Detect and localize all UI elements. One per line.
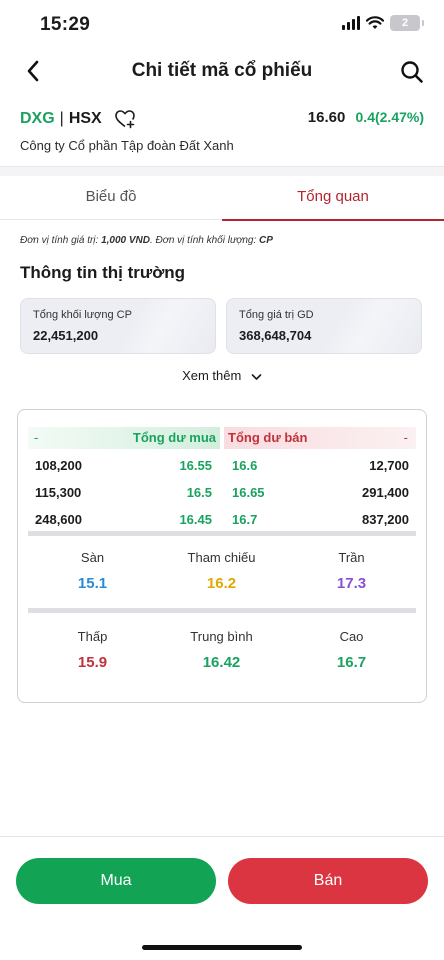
bid-volume: 108,200 bbox=[35, 458, 82, 473]
home-indicator[interactable] bbox=[142, 945, 302, 950]
tab-chart[interactable]: Biểu đồ bbox=[0, 176, 222, 220]
ask-price: 16.65 bbox=[232, 485, 265, 500]
floor-price: Sàn 15.1 bbox=[28, 550, 157, 592]
total-value-value: 368,648,704 bbox=[239, 328, 312, 343]
high-price: Cao 16.7 bbox=[287, 629, 416, 671]
total-bid-label: Tổng dư mua bbox=[132, 430, 216, 445]
reference-price: Tham chiếu 16.2 bbox=[157, 550, 286, 592]
bid-volume: 248,600 bbox=[35, 512, 82, 527]
buy-header: - Tổng dư mua bbox=[28, 427, 220, 449]
nav-bar: Chi tiết mã cổ phiếu bbox=[0, 48, 444, 96]
bid-price: 16.45 bbox=[179, 512, 212, 527]
sell-header: Tổng dư bán - bbox=[224, 427, 416, 449]
ticker-separator: | bbox=[59, 110, 64, 127]
status-bar: 15:29 2 bbox=[0, 0, 444, 48]
ceiling-price-value: 17.3 bbox=[336, 575, 367, 592]
unit-note-text-2: . Đơn vị tính khối lượng: bbox=[150, 235, 260, 246]
sell-button[interactable]: Bán bbox=[228, 858, 428, 904]
favorite-button[interactable] bbox=[114, 108, 136, 130]
reference-price-label: Tham chiếu bbox=[187, 550, 256, 565]
bid-volume: 115,300 bbox=[35, 485, 82, 500]
high-price-label: Cao bbox=[339, 629, 364, 644]
page-title: Chi tiết mã cổ phiếu bbox=[131, 60, 313, 81]
total-value-card: Tổng giá trị GD 368,648,704 bbox=[226, 298, 422, 354]
floor-price-value: 15.1 bbox=[77, 575, 108, 592]
low-price-label: Thấp bbox=[77, 629, 108, 644]
bid-price: 16.55 bbox=[179, 458, 212, 473]
order-book-panel: - Tổng dư mua Tổng dư bán - 108,200 16.5… bbox=[17, 409, 427, 703]
wifi-icon bbox=[366, 16, 384, 29]
cellular-signal-icon bbox=[342, 16, 360, 30]
stock-header: DXG | HSX 16.60 0.4(2.47%) Công ty Cổ ph… bbox=[0, 104, 444, 166]
buy-button[interactable]: Mua bbox=[16, 858, 216, 904]
chevron-down-icon bbox=[251, 373, 262, 380]
exchange-label: HSX bbox=[68, 110, 102, 127]
stock-symbol: DXG bbox=[20, 110, 55, 127]
order-book-row: 108,200 16.55 16.6 12,700 bbox=[35, 458, 409, 478]
reference-divider bbox=[28, 608, 416, 613]
last-price: 16.60 bbox=[307, 109, 346, 126]
tab-overview[interactable]: Tổng quan bbox=[222, 176, 444, 221]
sell-dash: - bbox=[403, 430, 408, 445]
reference-price-value: 16.2 bbox=[206, 575, 237, 592]
ceiling-price: Trần 17.3 bbox=[287, 550, 416, 592]
price-box: 16.60 0.4(2.47%) bbox=[308, 109, 424, 126]
bottom-divider bbox=[0, 836, 444, 837]
price-change: 0.4(2.47%) bbox=[355, 109, 424, 125]
ask-volume: 837,200 bbox=[362, 512, 409, 527]
order-book-divider bbox=[28, 531, 416, 536]
total-ask-label: Tổng dư bán bbox=[228, 430, 308, 445]
total-volume-card: Tổng khối lượng CP 22,451,200 bbox=[20, 298, 216, 354]
see-more-label: Xem thêm bbox=[182, 368, 242, 383]
ask-price: 16.6 bbox=[232, 458, 258, 473]
total-value-label: Tổng giá trị GD bbox=[239, 309, 314, 321]
order-book-row: 248,600 16.45 16.7 837,200 bbox=[35, 512, 409, 532]
total-volume-value: 22,451,200 bbox=[33, 328, 99, 343]
low-price-value: 15.9 bbox=[77, 654, 108, 671]
heart-add-icon bbox=[114, 110, 135, 129]
section-divider bbox=[0, 166, 444, 176]
ask-price: 16.7 bbox=[232, 512, 258, 527]
see-more-button[interactable]: Xem thêm bbox=[0, 368, 444, 383]
unit-note: Đơn vị tính giá trị: 1,000 VND. Đơn vị t… bbox=[20, 235, 273, 246]
market-info-title: Thông tin thị trường bbox=[20, 263, 186, 282]
ceiling-price-label: Trần bbox=[338, 550, 365, 565]
average-price-label: Trung bình bbox=[190, 629, 253, 644]
search-button[interactable] bbox=[398, 58, 426, 86]
volume-unit: CP bbox=[259, 235, 273, 246]
ticker: DXG | HSX bbox=[20, 108, 136, 130]
order-book-header: - Tổng dư mua Tổng dư bán - bbox=[28, 427, 416, 449]
floor-price-label: Sàn bbox=[80, 550, 105, 565]
search-icon bbox=[401, 61, 423, 83]
reference-prices: Sàn 15.1 Tham chiếu 16.2 Trần 17.3 bbox=[28, 550, 416, 600]
unit-note-text-1: Đơn vị tính giá trị: bbox=[20, 235, 102, 246]
daily-prices: Thấp 15.9 Trung bình 16.42 Cao 16.7 bbox=[28, 629, 416, 679]
ask-volume: 12,700 bbox=[369, 458, 409, 473]
ask-volume: 291,400 bbox=[362, 485, 409, 500]
bid-price: 16.5 bbox=[186, 485, 212, 500]
company-name: Công ty Cổ phần Tập đoàn Đất Xanh bbox=[20, 138, 234, 153]
high-price-value: 16.7 bbox=[336, 654, 367, 671]
status-time: 15:29 bbox=[40, 14, 91, 35]
average-price: Trung bình 16.42 bbox=[157, 629, 286, 671]
tab-bar: Biểu đồ Tổng quan bbox=[0, 176, 444, 221]
average-price-value: 16.42 bbox=[202, 654, 241, 671]
value-unit: 1,000 VND bbox=[101, 235, 150, 246]
status-icons: 2 bbox=[342, 15, 424, 31]
battery-icon: 2 bbox=[390, 15, 424, 31]
low-price: Thấp 15.9 bbox=[28, 629, 157, 671]
order-book-row: 115,300 16.5 16.65 291,400 bbox=[35, 485, 409, 505]
total-volume-label: Tổng khối lượng CP bbox=[33, 309, 132, 321]
buy-dash: - bbox=[34, 430, 39, 445]
